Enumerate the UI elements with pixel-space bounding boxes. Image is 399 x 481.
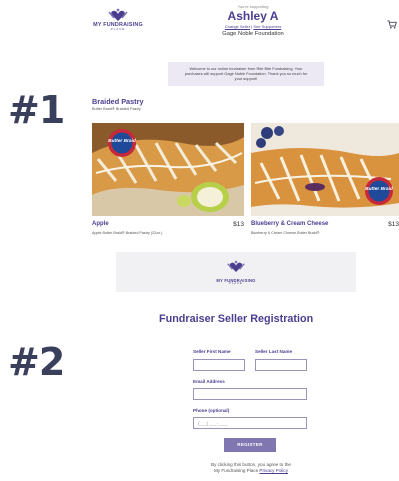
disclaimer-brand: My Fundraising Place [213,468,259,474]
registration-disclaimer: By clicking this button, you agree to th… [178,462,324,474]
product-name[interactable]: Blueberry & Cream Cheese [251,221,328,228]
section-title: Braided Pastry [92,97,144,106]
privacy-policy-link[interactable]: Privacy Policy [259,468,288,473]
product-image-apple[interactable]: Butter Braid [92,123,244,216]
product-badge-label: Butter Braid [108,139,136,144]
product-price: $13 [233,221,244,228]
email-input[interactable] [193,388,307,400]
brand-sub: PLACE [110,27,126,32]
welcome-line-3: your support! [234,76,258,82]
phone-input[interactable]: (___) ___-____ [193,417,307,429]
register-button[interactable]: REGISTER [224,438,276,452]
product-image-blueberry[interactable]: Butter Braid [251,123,399,216]
supporting-panel: You're supporting Ashley A Change Seller… [198,4,308,37]
blueberry-pastry-image [251,123,399,216]
product-card-apple[interactable]: Butter Braid Apple $13 Apple Butter Brai… [92,123,244,235]
product-description: Apple Butter Braid® Braided Pastry (22oz… [92,231,163,235]
product-price: $13 [388,221,399,228]
registration-title: Fundraiser Seller Registration [159,313,314,325]
welcome-banner: Welcome to our online fundraiser from Ri… [168,62,324,86]
heart-hands-logo-icon [108,8,128,21]
heart-hands-logo-icon [227,260,245,272]
cart-icon [387,20,397,29]
product-badge-label: Butter Braid [365,187,393,192]
seller-name: Ashley A [227,9,279,23]
product-description: Blueberry & Cream Cheese Butter Braid® [251,231,320,235]
brand-sub: PLACE [229,282,243,286]
product-section-heading: Braided Pastry Butter Braid® Braided Pas… [92,97,144,111]
see-supporters-link[interactable]: See Supporters [253,24,281,29]
step-number-2: #2 [8,340,65,384]
last-name-input[interactable] [255,359,307,371]
phone-label: Phone (optional) [193,408,230,413]
store-header: MY FUNDRAISING PLACE You're supporting A… [90,0,399,50]
first-name-input[interactable] [193,359,245,371]
product-name[interactable]: Apple [92,221,109,228]
registration-logo-band: MY FUNDRAISING PLACE [116,252,356,292]
step-number-1: #1 [8,88,65,132]
brand-logo[interactable]: MY FUNDRAISING PLACE [90,8,146,31]
first-name-label: Seller First Name [193,349,231,354]
product-card-blueberry[interactable]: Butter Braid Blueberry & Cream Cheese $1… [251,123,399,235]
apple-pastry-image [92,123,244,216]
brand-logo: MY FUNDRAISING PLACE [210,260,262,286]
section-subtitle: Butter Braid® Braided Pastry [92,107,141,111]
email-label: Email Address [193,379,225,384]
last-name-label: Seller Last Name [255,349,293,354]
cart-button[interactable] [387,16,397,34]
change-seller-link[interactable]: Change Seller [225,24,250,29]
organization-name: Gage Noble Foundation [222,31,284,38]
